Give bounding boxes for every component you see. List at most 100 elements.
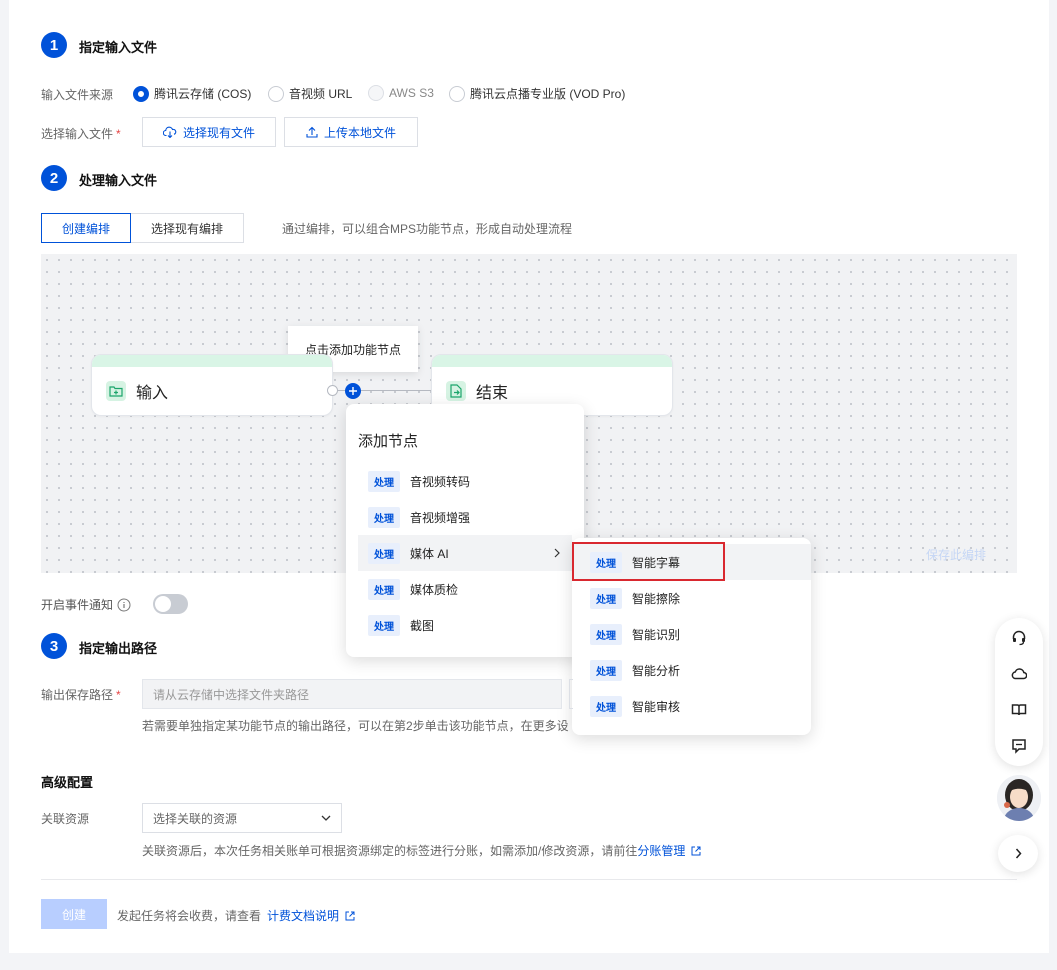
fee-notice-text: 发起任务将会收费，请查看 bbox=[117, 909, 262, 923]
chevron-right-icon bbox=[554, 548, 560, 558]
folder-add-icon bbox=[106, 381, 126, 401]
menu-item-label: 音视频增强 bbox=[410, 510, 471, 525]
radio-cos-label: 腾讯云存储 (COS) bbox=[154, 87, 252, 101]
external-link-icon bbox=[691, 846, 701, 855]
node-input[interactable]: 输入 bbox=[91, 354, 333, 416]
radio-url[interactable]: 音视频 URL bbox=[268, 85, 352, 102]
add-node-plus-icon[interactable] bbox=[345, 383, 361, 399]
submenu-item-smart-analysis[interactable]: 处理 智能分析 bbox=[572, 652, 811, 688]
file-export-icon bbox=[446, 381, 466, 401]
node-input-label: 输入 bbox=[136, 385, 169, 402]
event-notify-label: 开启事件通知 bbox=[41, 596, 131, 613]
upload-local-file-button[interactable]: 上传本地文件 bbox=[284, 117, 418, 147]
menu-item-quality-check[interactable]: 处理 媒体质检 bbox=[358, 571, 572, 607]
menu-item-tag: 处理 bbox=[590, 659, 622, 681]
node-end-bar bbox=[432, 355, 672, 367]
highlight-box bbox=[572, 542, 725, 581]
main-panel: 1 指定输入文件 输入文件来源 腾讯云存储 (COS) 音视频 URL AWS … bbox=[9, 0, 1049, 953]
menu-item-label: 音视频转码 bbox=[410, 474, 471, 489]
cloud-download-icon bbox=[162, 126, 177, 138]
menu-item-tag: 处理 bbox=[368, 578, 400, 600]
menu-item-tag: 处理 bbox=[590, 587, 622, 609]
input-source-label: 输入文件来源 bbox=[41, 88, 114, 102]
menu-item-tag: 处理 bbox=[368, 614, 400, 636]
tab-create-workflow[interactable]: 创建编排 bbox=[41, 213, 131, 243]
billing-doc-link[interactable]: 计费文档说明 bbox=[267, 907, 339, 924]
step-1-title: 指定输入文件 bbox=[79, 40, 158, 55]
related-resource-placeholder: 选择关联的资源 bbox=[153, 811, 238, 826]
event-notify-toggle[interactable] bbox=[153, 594, 188, 614]
save-workflow-link[interactable]: 保存此编排 bbox=[926, 546, 986, 563]
related-resource-hint: 关联资源后，本次任务相关账单可根据资源绑定的标签进行分账，如需添加/修改资源，请… bbox=[142, 842, 701, 859]
divider bbox=[41, 879, 1017, 880]
external-link-icon bbox=[345, 911, 355, 920]
submenu-item-smart-erase[interactable]: 处理 智能擦除 bbox=[572, 580, 811, 616]
radio-aws-label: AWS S3 bbox=[389, 86, 434, 100]
submenu-item-smart-recognition[interactable]: 处理 智能识别 bbox=[572, 616, 811, 652]
node-input-bar bbox=[92, 355, 332, 367]
menu-item-label: 媒体质检 bbox=[410, 582, 459, 597]
select-existing-file-label: 选择现有文件 bbox=[182, 125, 255, 140]
menu-item-transcode[interactable]: 处理 音视频转码 bbox=[358, 463, 572, 499]
menu-item-label: 截图 bbox=[410, 618, 435, 633]
expand-sidebar-button[interactable] bbox=[998, 835, 1038, 872]
menu-item-tag: 处理 bbox=[590, 623, 622, 645]
menu-item-enhance[interactable]: 处理 音视频增强 bbox=[358, 499, 572, 535]
radio-vod-pro-label: 腾讯云点播专业版 (VOD Pro) bbox=[470, 87, 626, 101]
tab-select-existing-workflow[interactable]: 选择现有编排 bbox=[131, 213, 244, 243]
billing-split-link[interactable]: 分账管理 bbox=[637, 842, 685, 859]
menu-item-tag: 处理 bbox=[368, 470, 400, 492]
radio-dot-selected bbox=[133, 85, 149, 102]
select-input-label-text: 选择输入文件 bbox=[41, 127, 114, 141]
workflow-description: 通过编排，可以组合MPS功能节点，形成自动处理流程 bbox=[282, 222, 573, 236]
menu-item-label: 智能审核 bbox=[632, 699, 681, 714]
step-3-badge: 3 bbox=[41, 633, 67, 659]
add-node-menu-title: 添加节点 bbox=[358, 433, 419, 450]
menu-item-media-ai[interactable]: 处理 媒体 AI bbox=[358, 535, 572, 571]
floating-toolbar bbox=[995, 618, 1043, 766]
node-end-label: 结束 bbox=[476, 385, 509, 402]
assistant-avatar[interactable] bbox=[997, 775, 1041, 821]
menu-item-label: 智能识别 bbox=[632, 627, 681, 642]
cloud-icon[interactable] bbox=[995, 656, 1043, 692]
output-path-label-text: 输出保存路径 bbox=[41, 688, 114, 702]
add-node-menu: 添加节点 处理 音视频转码 处理 音视频增强 处理 媒体 AI 处理 媒体质检 处理 截图 bbox=[346, 404, 584, 657]
create-button[interactable]: 创建 bbox=[41, 899, 107, 929]
radio-url-label: 音视频 URL bbox=[289, 87, 353, 101]
select-input-label: 选择输入文件 * bbox=[41, 125, 121, 142]
menu-item-label: 智能擦除 bbox=[632, 591, 681, 606]
related-resource-hint-text: 关联资源后，本次任务相关账单可根据资源绑定的标签进行分账，如需添加/修改资源，请… bbox=[142, 844, 638, 858]
info-icon bbox=[117, 598, 131, 611]
book-icon[interactable] bbox=[995, 692, 1043, 728]
connector-port bbox=[327, 385, 338, 396]
radio-vod-pro[interactable]: 腾讯云点播专业版 (VOD Pro) bbox=[449, 85, 625, 102]
menu-item-label: 媒体 AI bbox=[410, 546, 449, 561]
menu-item-label: 智能分析 bbox=[632, 663, 681, 678]
required-mark: * bbox=[116, 127, 121, 141]
submenu-item-smart-review[interactable]: 处理 智能审核 bbox=[572, 688, 811, 724]
radio-aws[interactable]: AWS S3 bbox=[368, 85, 434, 101]
advanced-config-title: 高级配置 bbox=[41, 775, 94, 790]
output-path-label: 输出保存路径 * bbox=[41, 686, 121, 703]
menu-item-tag: 处理 bbox=[590, 695, 622, 717]
output-path-button-edge[interactable] bbox=[569, 679, 573, 709]
radio-cos[interactable]: 腾讯云存储 (COS) bbox=[133, 85, 251, 102]
upload-local-file-label: 上传本地文件 bbox=[323, 125, 396, 140]
output-path-input[interactable]: 请从云存储中选择文件夹路径 bbox=[142, 679, 562, 709]
output-path-hint: 若需要单独指定某功能节点的输出路径，可以在第2步单击该功能节点，在更多设 bbox=[142, 719, 569, 733]
upload-icon bbox=[306, 126, 318, 138]
event-notify-text: 开启事件通知 bbox=[41, 598, 114, 612]
radio-dot bbox=[268, 85, 284, 102]
step-2-badge: 2 bbox=[41, 165, 67, 191]
related-resource-label: 关联资源 bbox=[41, 812, 90, 826]
fee-notice: 发起任务将会收费，请查看 计费文档说明 bbox=[117, 907, 355, 924]
menu-item-screenshot[interactable]: 处理 截图 bbox=[358, 607, 572, 643]
feedback-icon[interactable] bbox=[995, 728, 1043, 764]
select-existing-file-button[interactable]: 选择现有文件 bbox=[142, 117, 276, 147]
chevron-right-icon bbox=[1015, 848, 1022, 859]
headset-icon[interactable] bbox=[995, 620, 1043, 656]
required-mark: * bbox=[116, 688, 121, 702]
menu-item-tag: 处理 bbox=[368, 506, 400, 528]
radio-dot bbox=[368, 85, 384, 101]
related-resource-select[interactable]: 选择关联的资源 bbox=[142, 803, 342, 833]
